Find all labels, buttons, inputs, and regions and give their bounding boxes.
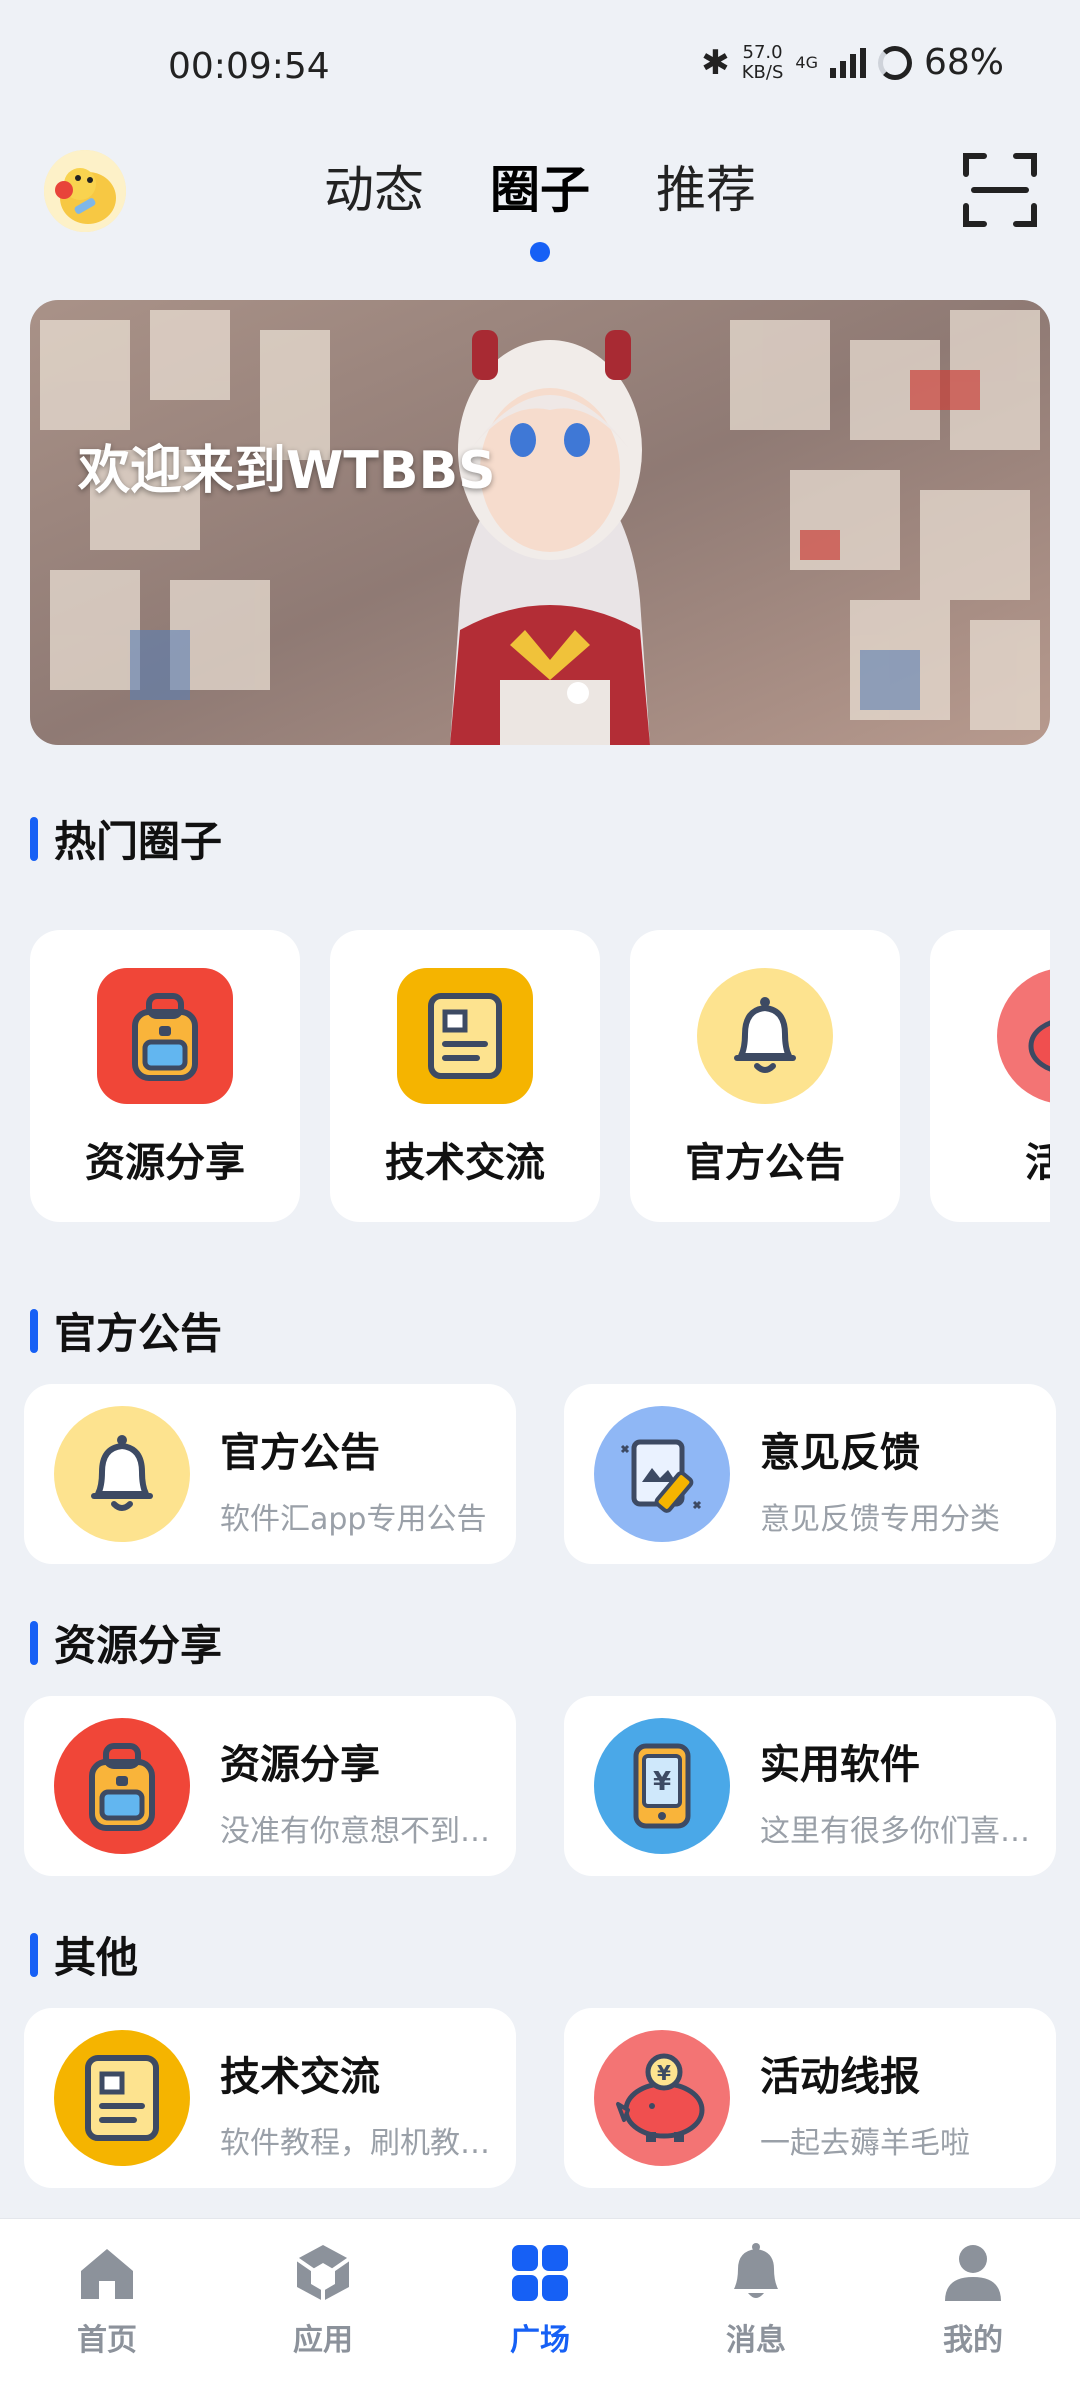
nav-profile[interactable]: 我的 bbox=[893, 2241, 1053, 2359]
status-icons: ✱ 57.0 KB/S 4G 68% bbox=[701, 42, 1004, 83]
tab-label: 圈子 bbox=[490, 161, 590, 219]
nav-label: 首页 bbox=[77, 2323, 137, 2358]
list-item-official[interactable]: 官方公告 软件汇app专用公告 bbox=[24, 1384, 516, 1564]
nav-label: 我的 bbox=[943, 2323, 1003, 2358]
list-item-name: 实用软件 bbox=[760, 1742, 920, 1788]
backpack-icon bbox=[54, 1718, 190, 1854]
backpack-icon bbox=[97, 968, 233, 1104]
section-title-text: 资源分享 bbox=[54, 1621, 223, 1670]
tab-recommend[interactable]: 推荐 bbox=[654, 150, 758, 222]
hot-circle-activity[interactable]: 活动 bbox=[930, 930, 1050, 1222]
network-speed: 57.0 KB/S bbox=[741, 41, 784, 83]
nav-home[interactable]: 首页 bbox=[27, 2241, 187, 2359]
battery-icon bbox=[877, 45, 912, 80]
hot-circle-label: 活动 bbox=[1025, 1140, 1050, 1186]
nav-label: 广场 bbox=[510, 2323, 570, 2358]
tab-circles[interactable]: 圈子 bbox=[488, 150, 592, 262]
tab-label: 动态 bbox=[324, 161, 424, 219]
speed-unit: KB/S bbox=[741, 61, 784, 83]
active-tab-indicator bbox=[530, 242, 550, 262]
list-item-desc: 没准有你意想不到的资源 bbox=[220, 1814, 498, 1849]
nav-messages[interactable]: 消息 bbox=[676, 2241, 836, 2359]
person-icon bbox=[941, 2241, 1005, 2305]
bell-icon bbox=[724, 2241, 788, 2305]
list-item-desc: 一起去薅羊毛啦 bbox=[760, 2126, 970, 2161]
document-icon bbox=[397, 968, 533, 1104]
scan-icon[interactable] bbox=[960, 150, 1040, 230]
list-item-feedback[interactable]: 意见反馈 意见反馈专用分类 bbox=[564, 1384, 1056, 1564]
battery-percent: 68% bbox=[923, 42, 1004, 83]
speed-value: 57.0 bbox=[742, 41, 783, 63]
nav-apps[interactable]: 应用 bbox=[243, 2241, 403, 2359]
list-item-tech[interactable]: 技术交流 软件教程，刷机教程分享 bbox=[24, 2008, 516, 2188]
document-icon bbox=[54, 2030, 190, 2166]
svg-text:¥: ¥ bbox=[653, 1767, 671, 1797]
hot-circle-label: 技术交流 bbox=[385, 1140, 545, 1186]
piggy-bank-icon: ¥ bbox=[594, 2030, 730, 2166]
svg-text:¥: ¥ bbox=[657, 2061, 671, 2085]
list-item-activity[interactable]: ¥ 活动线报 一起去薅羊毛啦 bbox=[564, 2008, 1056, 2188]
list-item-name: 技术交流 bbox=[220, 2054, 380, 2100]
status-time: 00:09:54 bbox=[168, 46, 330, 87]
nav-label: 消息 bbox=[726, 2323, 786, 2358]
section-title-official: 官方公告 bbox=[30, 1300, 222, 1361]
home-icon bbox=[75, 2241, 139, 2305]
list-item-name: 活动线报 bbox=[760, 2054, 920, 2100]
hot-circle-official[interactable]: 官方公告 bbox=[630, 930, 900, 1222]
list-item-resources[interactable]: 资源分享 没准有你意想不到的资源 bbox=[24, 1696, 516, 1876]
phone-yuan-icon: ¥ bbox=[594, 1718, 730, 1854]
section-accent-bar bbox=[30, 1620, 38, 1665]
list-item-desc: 意见反馈专用分类 bbox=[760, 1502, 1000, 1537]
list-item-name: 资源分享 bbox=[220, 1742, 380, 1788]
hot-circles-row[interactable]: 资源分享 技术交流 官方公告 活 bbox=[30, 930, 1050, 1225]
list-item-name: 意见反馈 bbox=[760, 1430, 920, 1476]
hot-circle-resources[interactable]: 资源分享 bbox=[30, 930, 300, 1222]
section-title-text: 热门圈子 bbox=[54, 817, 223, 866]
section-accent-bar bbox=[30, 1932, 38, 1977]
nav-label: 应用 bbox=[293, 2323, 353, 2358]
network-type: 4G bbox=[795, 53, 818, 72]
section-title-text: 官方公告 bbox=[54, 1309, 223, 1358]
banner-carousel[interactable]: 欢迎来到WTBBS bbox=[30, 300, 1050, 745]
hot-circle-label: 官方公告 bbox=[685, 1140, 845, 1186]
list-item-name: 官方公告 bbox=[220, 1430, 380, 1476]
bell-icon bbox=[54, 1406, 190, 1542]
nav-square[interactable]: 广场 bbox=[460, 2241, 620, 2359]
list-item-desc: 这里有很多你们喜欢的软件 bbox=[760, 1814, 1038, 1849]
list-item-desc: 软件教程，刷机教程分享 bbox=[220, 2126, 498, 2161]
banner-image bbox=[30, 300, 1050, 745]
section-accent-bar bbox=[30, 816, 38, 861]
section-title-hot: 热门圈子 bbox=[30, 808, 222, 869]
section-accent-bar bbox=[30, 1308, 38, 1353]
carousel-dot[interactable] bbox=[567, 682, 589, 704]
banner-title: 欢迎来到WTBBS bbox=[78, 441, 496, 501]
bluetooth-icon: ✱ bbox=[701, 42, 730, 83]
bell-icon bbox=[697, 968, 833, 1104]
list-item-desc: 软件汇app专用公告 bbox=[220, 1502, 487, 1537]
section-title-text: 其他 bbox=[54, 1933, 139, 1982]
piggy-bank-icon bbox=[997, 968, 1050, 1104]
hot-circle-tech[interactable]: 技术交流 bbox=[330, 930, 600, 1222]
signal-icon bbox=[829, 47, 866, 78]
top-tabs: 动态 圈子 推荐 bbox=[0, 150, 1080, 262]
list-item-software[interactable]: ¥ 实用软件 这里有很多你们喜欢的软件 bbox=[564, 1696, 1056, 1876]
grid-icon bbox=[508, 2241, 572, 2305]
section-title-other: 其他 bbox=[30, 1924, 138, 1985]
feedback-icon bbox=[594, 1406, 730, 1542]
status-bar: 00:09:54 ✱ 57.0 KB/S 4G 68% bbox=[0, 0, 1080, 130]
bottom-nav: 首页 应用 广场 消息 我的 bbox=[0, 2218, 1080, 2400]
hot-circle-label: 资源分享 bbox=[85, 1140, 245, 1186]
cube-icon bbox=[291, 2241, 355, 2305]
section-title-resources: 资源分享 bbox=[30, 1612, 222, 1673]
top-header: 动态 圈子 推荐 bbox=[0, 130, 1080, 262]
tab-dynamics[interactable]: 动态 bbox=[322, 150, 426, 222]
tab-label: 推荐 bbox=[656, 161, 756, 219]
